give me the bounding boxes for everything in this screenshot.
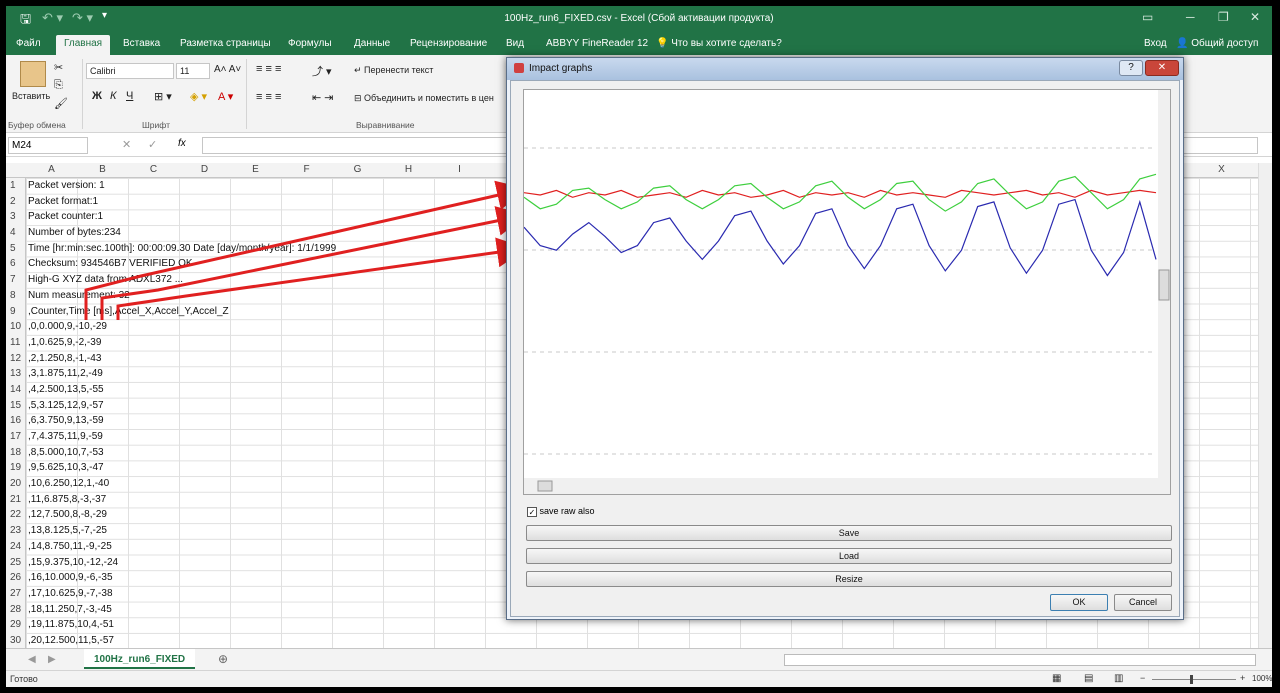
cancel-button[interactable]: Cancel xyxy=(1114,594,1172,611)
series-line-1 xyxy=(523,173,1157,212)
app-icon xyxy=(514,63,524,73)
dialog-body: ✓ save raw also Save Load Resize OK Canc… xyxy=(510,80,1180,617)
save-raw-checkbox[interactable]: ✓ xyxy=(527,506,537,517)
plot-hscroll[interactable] xyxy=(524,478,1170,494)
impact-graphs-dialog: Impact graphs ? ✕ ✓ save raw also Save L… xyxy=(506,57,1184,620)
arrow-accel-y xyxy=(100,206,527,320)
resize-button[interactable]: Resize xyxy=(526,571,1172,587)
help-button[interactable]: ? xyxy=(1119,60,1143,76)
excel-window: 🖫 ↶ ▾ ↷ ▾ ▾ 100Hz_run6_FIXED.csv - Excel… xyxy=(6,6,1272,687)
save-raw-checkbox-row[interactable]: ✓ save raw also xyxy=(527,506,595,517)
dialog-title-bar[interactable]: Impact graphs ? ✕ xyxy=(507,58,1183,80)
series-line-0 xyxy=(523,189,1157,198)
save-button[interactable]: Save xyxy=(526,525,1172,541)
load-button[interactable]: Load xyxy=(526,548,1172,564)
series-line-2 xyxy=(523,198,1157,277)
impact-plot[interactable] xyxy=(523,89,1171,495)
save-raw-label: save raw also xyxy=(539,506,595,516)
impact-chart xyxy=(523,90,1170,494)
dialog-close-button[interactable]: ✕ xyxy=(1145,60,1179,76)
plot-vscroll-thumb[interactable] xyxy=(1158,269,1170,301)
plot-hscroll-thumb[interactable] xyxy=(537,480,553,492)
dialog-title: Impact graphs xyxy=(529,63,593,74)
ok-button[interactable]: OK xyxy=(1050,594,1108,611)
